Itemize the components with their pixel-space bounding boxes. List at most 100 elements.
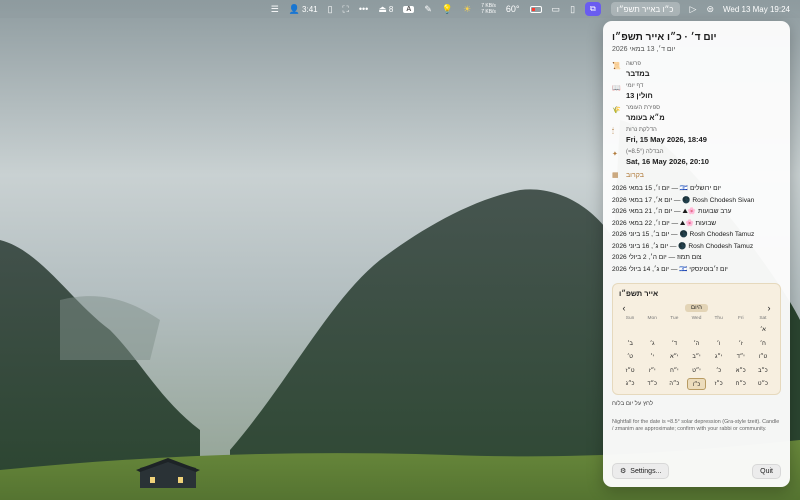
input-source-icon[interactable]: A: [398, 0, 419, 18]
user-battery-status[interactable]: 👤 3:41: [284, 0, 323, 18]
play-icon[interactable]: ▷: [685, 0, 702, 18]
calendar-day[interactable]: ט״ז: [621, 365, 639, 377]
calendar-day[interactable]: כ״ז: [710, 378, 728, 390]
calendar-empty-cell: [687, 324, 705, 336]
calendar-day[interactable]: ב׳: [621, 338, 639, 350]
calendar-day[interactable]: י״ב: [687, 351, 705, 363]
battery-icon[interactable]: [525, 0, 547, 18]
brush-icon[interactable]: ✎: [419, 0, 437, 18]
calendar-day[interactable]: י״ג: [710, 351, 728, 363]
candle-lighting-row: 🕯 הדלקת נרות Fri, 15 May 2026, 18:49: [612, 127, 781, 144]
calendar-day[interactable]: ח׳: [754, 338, 772, 350]
calendar-day[interactable]: כ״ה: [665, 378, 683, 390]
quit-button[interactable]: Quit: [752, 463, 781, 479]
weekday-label: Sat: [759, 316, 767, 321]
omer-label: ספירת העומר: [626, 105, 661, 111]
list-item: ערב שבועות 🌸⛰ — יום ה׳, 21 במאי 2026: [612, 208, 732, 215]
temperature[interactable]: 60°: [501, 0, 525, 18]
list-item: Rosh Chodesh Tamuz 🌑 — יום ב׳, 15 ביוני …: [612, 231, 755, 238]
control-strip-icon[interactable]: ☰: [266, 0, 284, 18]
list-item: צום תמוז — יום ה׳, 2 ביולי 2026: [612, 254, 702, 261]
calendar-day[interactable]: כ״ג: [621, 378, 639, 390]
calendar-day[interactable]: י״ח: [665, 365, 683, 377]
calendar-day[interactable]: ה׳: [687, 338, 705, 350]
phone-icon[interactable]: ▯: [565, 0, 580, 18]
calendar-day[interactable]: כ״ט: [754, 378, 772, 390]
daf-yomi-label: דף יומי: [626, 83, 644, 89]
calendar-grid: א׳ ב׳ ג׳ ד׳ ה׳ ו׳ ז׳ ח׳ ט׳ י׳ י״א י״ב י״ג י״ד ט״ו ט״ז י״…: [619, 323, 774, 391]
calendar-day[interactable]: י״ט: [687, 365, 705, 377]
candle-icon: 🕯: [612, 128, 614, 135]
eject-icon: ⏏: [378, 3, 387, 14]
parsha-row: 📜 פרשה במדבר: [612, 61, 781, 78]
zmanim-disclaimer: Nightfall for the date is ≈8.5° solar de…: [612, 419, 780, 432]
network-down: 7 KB/s: [481, 9, 496, 15]
chevron-left-icon[interactable]: ‹: [619, 303, 629, 313]
weather-sun-icon[interactable]: ☀: [458, 0, 476, 18]
calendar-day[interactable]: כ״ב: [754, 365, 772, 377]
input-source-label: A: [403, 5, 415, 13]
candle-lighting-value: Fri, 15 May 2026, 18:49: [626, 135, 707, 144]
omer-row: 🌾 ספירת העומר מ״א בעומר: [612, 105, 781, 122]
panel-title: יום ד׳ · כ״ו אייר תשפ״ו: [612, 32, 717, 43]
list-item: Rosh Chodesh Tamuz 🌑 — יום ג׳, 16 ביוני …: [612, 242, 754, 250]
calendar-day[interactable]: ז׳: [732, 338, 750, 350]
weekday-header: Sun Mon Tue Wed Thu Fri Sat: [619, 316, 774, 321]
clipboard-icon[interactable]: ▯: [323, 0, 338, 18]
hebrew-date-menu[interactable]: כ״ו באייר תשפ״ו: [606, 0, 685, 18]
month-calendar: אייר תשפ״ו ‹ היום › Sun Mon Tue Wed Thu …: [612, 283, 781, 395]
settings-label: Settings...: [630, 467, 662, 475]
lightbulb-icon[interactable]: 💡: [437, 0, 458, 18]
calendar-icon: ▦: [612, 172, 619, 179]
calendar-day[interactable]: י״א: [665, 351, 683, 363]
calendar-day[interactable]: כ״ו: [687, 378, 706, 390]
daf-yomi-row: 📖 דף יומי חולין 13: [612, 83, 781, 100]
eject-count: 8: [388, 4, 394, 14]
list-item: יום ז׳בוטינסקי 🇮🇱 — יום ג׳, 14 ביולי 202…: [612, 265, 728, 273]
menu-bar: ☰ 👤 3:41 ▯ ⛶ ••• ⏏ 8 A ✎ 💡 ☀ 7 KB/s 7 KB…: [0, 0, 800, 18]
chevron-right-icon[interactable]: ›: [764, 303, 774, 313]
scroll-icon: 📜: [612, 63, 621, 70]
calendar-day[interactable]: ט׳: [621, 351, 639, 363]
weekday-label: Wed: [691, 316, 702, 321]
calendar-day[interactable]: י״ז: [643, 365, 661, 377]
calendar-day[interactable]: ד׳: [665, 338, 683, 350]
calendar-empty-cell: [621, 324, 639, 336]
info-sections: 📜 פרשה במדבר 📖 דף יומי חולין 13 🌾 ספירת …: [612, 61, 781, 166]
expand-icon[interactable]: ⛶: [338, 0, 354, 18]
calendar-hint: לחץ על יום בלוח: [612, 401, 654, 407]
calendar-empty-cell: [732, 324, 750, 336]
parsha-label: פרשה: [626, 61, 642, 67]
weekday-label: Fri: [737, 316, 744, 321]
calendar-day[interactable]: י״ד: [732, 351, 750, 363]
omer-value: מ״א בעומר: [626, 113, 665, 122]
calendar-day[interactable]: כ״ד: [643, 378, 661, 390]
calendar-empty-cell: [665, 324, 683, 336]
display-icon[interactable]: ▭: [547, 0, 566, 18]
window-stack-icon[interactable]: ⧉: [580, 0, 606, 18]
calendar-day[interactable]: ו׳: [710, 338, 728, 350]
omer-icon: 🌾: [612, 107, 621, 114]
calendar-day[interactable]: ט״ו: [754, 351, 772, 363]
calendar-day[interactable]: כ״ח: [732, 378, 750, 390]
calendar-empty-cell: [643, 324, 661, 336]
eject-status[interactable]: ⏏ 8: [373, 0, 398, 18]
calendar-day[interactable]: א׳: [754, 324, 772, 336]
calendar-empty-cell: [710, 324, 728, 336]
control-center-icon[interactable]: ⊜: [701, 0, 719, 18]
list-item: יום ירושלים 🇮🇱 — יום ו׳, 15 במאי 2026: [612, 185, 722, 192]
calendar-day[interactable]: כ״א: [732, 365, 750, 377]
calendar-day[interactable]: ג׳: [643, 338, 661, 350]
user-battery-time: 3:41: [302, 4, 318, 14]
calendar-day[interactable]: י׳: [643, 351, 661, 363]
weekday-label: Thu: [714, 316, 723, 321]
upcoming-label: בקרוב: [626, 171, 644, 179]
settings-button[interactable]: ⚙ Settings...: [612, 463, 670, 479]
gear-icon: ⚙: [620, 468, 627, 475]
network-speed[interactable]: 7 KB/s 7 KB/s: [476, 0, 501, 18]
quit-label: Quit: [760, 467, 773, 475]
calendar-day[interactable]: כ׳: [710, 365, 728, 377]
today-button[interactable]: היום: [685, 304, 708, 312]
more-icon[interactable]: •••: [354, 0, 373, 18]
menubar-clock[interactable]: Wed 13 May 19:24: [719, 0, 794, 18]
